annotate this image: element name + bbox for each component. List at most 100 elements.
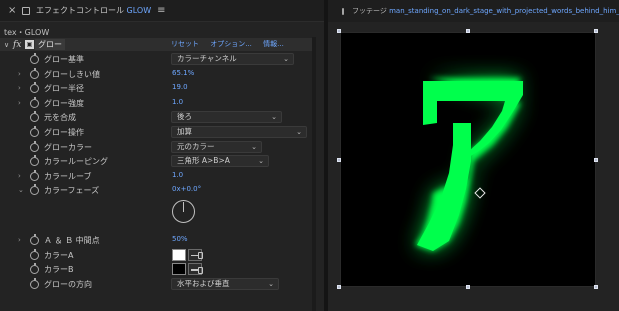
property-label: グロー強度: [44, 98, 84, 108]
stopwatch-icon[interactable]: [30, 96, 39, 108]
transform-handle[interactable]: [594, 285, 598, 289]
property-value[interactable]: 50%: [172, 235, 188, 243]
footage-file-name: man_standing_on_dark_stage_with_projecte…: [389, 7, 619, 15]
stopwatch-icon[interactable]: [30, 233, 39, 245]
stopwatch-icon[interactable]: [30, 125, 39, 137]
property-dropdown[interactable]: 三角形 A>B>A ⌄: [171, 155, 269, 168]
transform-handle[interactable]: [466, 285, 470, 289]
property-dropdown[interactable]: 水平および垂直 ⌄: [171, 277, 279, 290]
transform-handle[interactable]: [594, 29, 598, 33]
dropdown-value: 水平および垂直: [177, 278, 230, 288]
effect-type-icon: ▣: [25, 40, 34, 49]
transform-handle[interactable]: [337, 285, 341, 289]
expand-icon[interactable]: ›: [18, 172, 21, 180]
property-value[interactable]: 0x+0.0°: [172, 185, 201, 193]
dropdown-value: カラーチャンネル: [177, 54, 237, 63]
property-label: グローしきい値: [44, 69, 100, 79]
property-row: グローカラー 元のカラー ⌄: [0, 140, 312, 155]
layer-path: tex・GLOW: [4, 28, 50, 37]
effect-name[interactable]: グロー: [35, 39, 65, 50]
property-list: グロー基準 カラーチャンネル ⌄ › グローしきい値 65.1% › グロー半径…: [0, 52, 312, 291]
effect-controls-tab[interactable]: × エフェクトコントロール GLOW ≡: [0, 0, 324, 22]
stopwatch-icon[interactable]: [30, 67, 39, 79]
footage-tab-prefix: フッテージ: [352, 7, 387, 15]
panel-menu-icon[interactable]: ≡: [157, 5, 165, 16]
chevron-down-icon: ⌄: [296, 127, 302, 136]
transform-handle[interactable]: [594, 158, 598, 162]
fx-toggle-icon[interactable]: fx: [13, 40, 25, 50]
property-label: グローカラー: [44, 142, 92, 152]
close-icon[interactable]: ×: [8, 5, 18, 16]
reset-link[interactable]: リセット: [171, 40, 199, 48]
property-label: 元を合成: [44, 113, 76, 123]
property-value[interactable]: 1.0: [172, 171, 183, 179]
property-dropdown[interactable]: 元のカラー ⌄: [171, 140, 262, 153]
vertical-scrollbar[interactable]: [312, 37, 316, 311]
stopwatch-icon[interactable]: [30, 140, 39, 152]
property-row: カラーA: [0, 248, 312, 263]
property-label: カラーフェーズ: [44, 186, 100, 196]
property-row: カラールーピング 三角形 A>B>A ⌄: [0, 154, 312, 169]
transform-handle[interactable]: [337, 158, 341, 162]
stopwatch-icon[interactable]: [30, 263, 39, 275]
angle-dial[interactable]: [172, 199, 195, 223]
stopwatch-icon[interactable]: [30, 155, 39, 167]
footage-viewer[interactable]: [340, 32, 596, 287]
effect-controls-panel: × エフェクトコントロール GLOW ≡ tex・GLOW ∨ fx ▣ グロー…: [0, 0, 324, 311]
property-row: グロー操作 加算 ⌄: [0, 125, 312, 140]
chevron-down-icon: ⌄: [271, 113, 277, 122]
color-b-swatch[interactable]: [172, 263, 186, 276]
footage-tab[interactable]: フッテージ man_standing_on_dark_stage_with_pr…: [328, 0, 619, 22]
dropdown-value: 後ろ: [177, 112, 192, 122]
property-dropdown[interactable]: 加算 ⌄: [171, 125, 307, 138]
effect-header: ∨ fx ▣ グロー リセット オプション... 情報...: [0, 38, 312, 51]
eyedropper-icon[interactable]: [188, 248, 203, 261]
expand-icon[interactable]: ›: [18, 84, 21, 92]
property-value[interactable]: 1.0: [172, 98, 183, 106]
property-value[interactable]: 19.0: [172, 83, 188, 91]
expand-icon[interactable]: ›: [18, 99, 21, 107]
transform-handle[interactable]: [337, 29, 341, 33]
color-a-swatch[interactable]: [172, 248, 186, 261]
property-row: ⌄ カラーフェーズ 0x+0.0°: [0, 183, 312, 198]
property-dropdown[interactable]: 後ろ ⌄: [171, 111, 282, 124]
property-row: グロー基準 カラーチャンネル ⌄: [0, 52, 312, 67]
stopwatch-icon[interactable]: [30, 248, 39, 260]
property-row: › グローしきい値 65.1%: [0, 67, 312, 82]
property-row: › グロー半径 19.0: [0, 81, 312, 96]
expand-icon[interactable]: ›: [18, 70, 21, 78]
stopwatch-icon[interactable]: [30, 169, 39, 181]
lock-icon[interactable]: [22, 6, 30, 15]
expand-icon[interactable]: ›: [18, 236, 21, 244]
info-link[interactable]: 情報...: [263, 40, 284, 48]
property-dropdown[interactable]: カラーチャンネル ⌄: [171, 53, 294, 65]
options-link[interactable]: オプション...: [210, 40, 252, 48]
stopwatch-icon[interactable]: [30, 82, 39, 94]
glow-preview: [341, 33, 595, 286]
property-row: › Ａ ＆ Ｂ 中間点 50%: [0, 233, 312, 248]
stopwatch-icon[interactable]: [30, 53, 39, 64]
effect-links: リセット オプション... 情報...: [171, 38, 293, 51]
stopwatch-icon[interactable]: [30, 111, 39, 123]
collapse-icon[interactable]: ∨: [4, 41, 12, 49]
dropdown-value: 元のカラー: [177, 141, 215, 151]
property-row: グローの方向 水平および垂直 ⌄: [0, 277, 312, 292]
property-label: カラールーピング: [44, 157, 108, 167]
dropdown-value: 三角形 A>B>A: [177, 156, 230, 166]
angle-dial-row: [0, 198, 312, 233]
effect-controls-tab-label[interactable]: エフェクトコントロール GLOW: [36, 5, 151, 16]
stopwatch-icon[interactable]: [30, 184, 39, 196]
collapse-icon[interactable]: ⌄: [18, 186, 24, 194]
tab-title: エフェクトコントロール: [36, 6, 124, 15]
property-label: グロー半径: [44, 84, 84, 94]
property-label: グロー操作: [44, 127, 84, 137]
footage-icon: [342, 7, 344, 15]
property-label: グローの方向: [44, 279, 92, 289]
eyedropper-icon[interactable]: [188, 263, 203, 276]
stopwatch-icon[interactable]: [30, 277, 39, 289]
property-row: カラーB: [0, 262, 312, 277]
property-value[interactable]: 65.1%: [172, 69, 194, 77]
property-row: › カラールーブ 1.0: [0, 169, 312, 184]
transform-handle[interactable]: [466, 29, 470, 33]
property-label: カラーA: [44, 250, 74, 260]
